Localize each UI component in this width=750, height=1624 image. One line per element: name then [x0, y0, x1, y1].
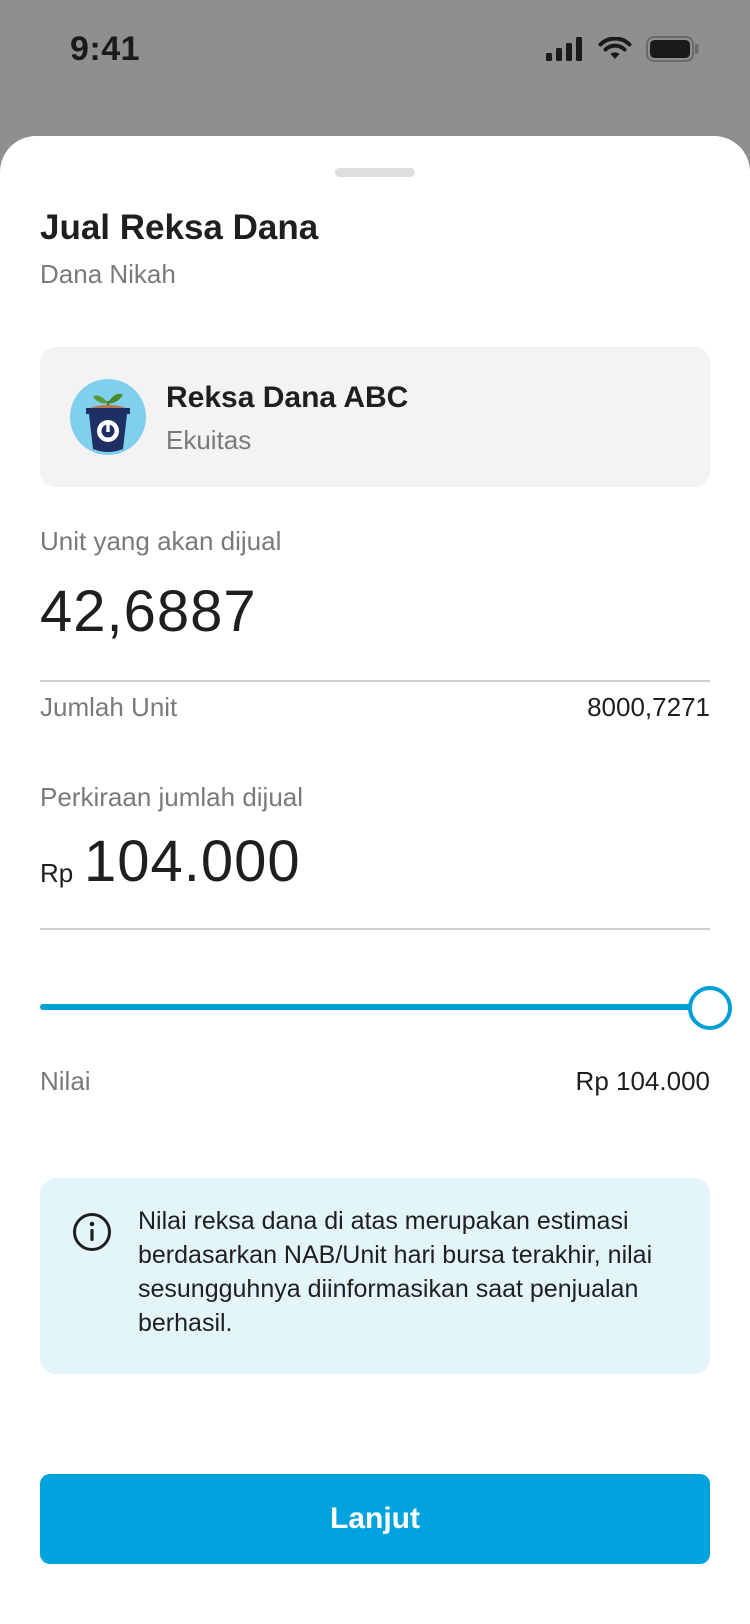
slider-fill [40, 1004, 710, 1010]
estimate-label: Perkiraan jumlah dijual [40, 782, 304, 812]
wifi-icon [598, 37, 632, 59]
plant-pot-icon [70, 379, 146, 455]
sheet-drag-handle[interactable] [335, 168, 415, 177]
unit-input-label: Unit yang akan dijual [40, 526, 282, 556]
amount-slider[interactable] [40, 986, 732, 1030]
info-icon [73, 1213, 111, 1251]
estimate-currency: Rp [40, 858, 74, 888]
signal-icon [546, 37, 582, 61]
continue-button[interactable]: Lanjut [40, 1474, 710, 1564]
bottom-sheet: Jual Reksa Dana Dana Nikah Reksa Dana AB… [0, 136, 750, 1624]
fund-name: Reksa Dana ABC [166, 381, 409, 414]
fund-type: Ekuitas [166, 425, 252, 455]
slider-value-label: Nilai [40, 1066, 91, 1096]
slider-value: Rp 104.000 [575, 1066, 710, 1096]
status-time: 9:41 [70, 30, 141, 68]
fund-card: Reksa Dana ABC Ekuitas [40, 347, 710, 487]
total-units-label: Jumlah Unit [40, 692, 178, 722]
battery-icon [646, 36, 699, 62]
total-units-value: 8000,7271 [587, 692, 710, 722]
status-icons [546, 36, 700, 62]
info-box: Nilai reksa dana di atas merupakan estim… [40, 1178, 710, 1374]
sheet-subtitle: Dana Nikah [40, 259, 176, 289]
unit-input[interactable]: 42,6887 [40, 578, 257, 645]
estimate-amount-input[interactable]: 104.000 [84, 828, 301, 895]
status-bar: 9:41 [0, 0, 750, 100]
info-text: Nilai reksa dana di atas merupakan estim… [138, 1207, 653, 1337]
sheet-title: Jual Reksa Dana [40, 208, 319, 247]
slider-thumb[interactable] [688, 986, 732, 1030]
unit-input-underline [40, 680, 710, 682]
estimate-underline [40, 928, 710, 930]
